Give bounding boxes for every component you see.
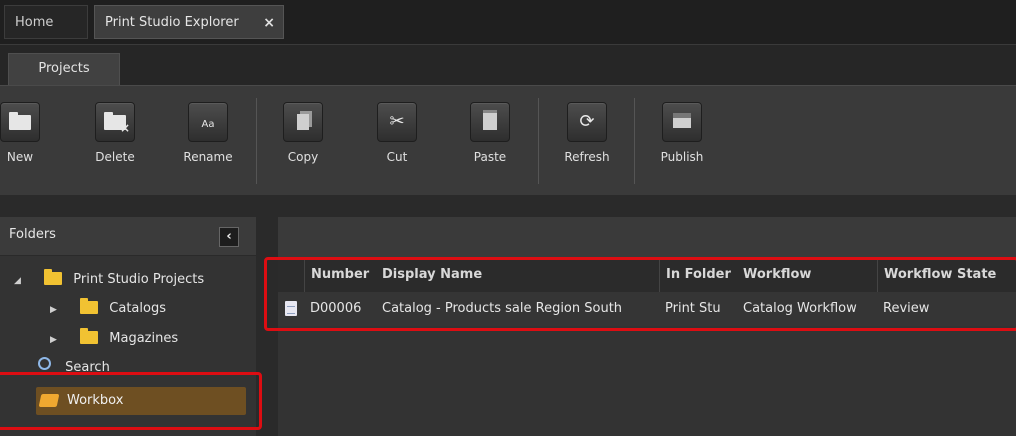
- delete-folder-icon: ×: [95, 102, 135, 142]
- search-icon: [38, 357, 51, 370]
- print-studio-explorer-app: Home Print Studio Explorer × Projects Ne…: [0, 0, 1016, 436]
- collapse-panel-button[interactable]: ‹: [219, 227, 239, 247]
- tab-explorer-label: Print Studio Explorer: [105, 15, 239, 30]
- cell-workflow-state: Review: [883, 301, 930, 316]
- paste-icon: [470, 102, 510, 142]
- tree-item-label: Catalogs: [109, 301, 166, 316]
- refresh-glyph: ⟳: [579, 111, 595, 132]
- cut-label: Cut: [386, 150, 408, 164]
- copy-label: Copy: [287, 150, 319, 164]
- folder-icon: [80, 328, 99, 344]
- tree-item-label: Magazines: [109, 331, 179, 346]
- column-header-workflow-state[interactable]: Workflow State: [877, 258, 1016, 292]
- expanded-arrow-icon[interactable]: ◢: [14, 270, 28, 292]
- new-button[interactable]: New: [0, 102, 56, 164]
- column-header-number[interactable]: Number: [304, 258, 376, 292]
- grid-toolbar: [278, 217, 1016, 258]
- document-icon: [285, 301, 297, 316]
- cell-in-folder: Print Stu: [665, 301, 721, 316]
- ribbon-tab-strip: Projects: [0, 45, 1016, 87]
- tree-item-catalogs[interactable]: ▶ Catalogs: [50, 298, 166, 320]
- paste-label: Paste: [473, 150, 507, 164]
- folder-icon: [44, 269, 63, 285]
- publish-icon: [662, 102, 702, 142]
- delete-button[interactable]: × Delete: [79, 102, 151, 164]
- column-header-in-folder[interactable]: In Folder: [659, 258, 737, 292]
- panel-splitter[interactable]: [256, 217, 278, 436]
- new-label: New: [6, 150, 34, 164]
- folders-title: Folders: [9, 227, 56, 242]
- folders-header: Folders ‹: [0, 217, 256, 256]
- new-folder-icon: [0, 102, 40, 142]
- paste-button[interactable]: Paste: [454, 102, 526, 164]
- cut-button[interactable]: ✂ Cut: [361, 102, 433, 164]
- refresh-icon: ⟳: [567, 102, 607, 142]
- grid-header-row: Number Display Name In Folder Workflow W…: [278, 258, 1016, 292]
- publish-button[interactable]: Publish: [646, 102, 718, 164]
- copy-icon: [283, 102, 323, 142]
- collapsed-arrow-icon[interactable]: ▶: [50, 329, 64, 351]
- folders-panel: Folders ‹ ◢ Print Studio Projects ▶ Cata…: [0, 217, 256, 436]
- delete-label: Delete: [95, 150, 135, 164]
- copy-button[interactable]: Copy: [267, 102, 339, 164]
- rename-icon: Aa: [188, 102, 228, 142]
- tab-home-label: Home: [15, 15, 54, 30]
- tree-item-magazines[interactable]: ▶ Magazines: [50, 328, 178, 350]
- ribbon-bottom-band: [0, 195, 1016, 217]
- toolbar-separator: [634, 98, 635, 184]
- folder-icon: [80, 298, 99, 314]
- cell-display-name: Catalog - Products sale Region South: [382, 301, 623, 316]
- scissors-glyph: ✂: [389, 111, 405, 132]
- cut-icon: ✂: [377, 102, 417, 142]
- refresh-label: Refresh: [564, 150, 610, 164]
- ribbon-toolbar: New × Delete Aa Rename Copy ✂ Cut Paste …: [0, 85, 1016, 196]
- workbox-icon: [38, 394, 60, 407]
- tree-item-label: Workbox: [67, 393, 124, 408]
- close-tab-icon[interactable]: ×: [263, 6, 275, 40]
- column-header-workflow[interactable]: Workflow: [737, 258, 877, 292]
- table-row[interactable]: D00006 Catalog - Products sale Region So…: [278, 292, 1016, 326]
- tree-item-search[interactable]: Search: [38, 357, 110, 379]
- publish-label: Publish: [660, 150, 704, 164]
- tree-item-label: Print Studio Projects: [73, 272, 205, 287]
- projects-grid: Number Display Name In Folder Workflow W…: [278, 217, 1016, 436]
- tab-home[interactable]: Home: [4, 5, 88, 39]
- ribbon-tab-projects[interactable]: Projects: [8, 53, 120, 87]
- rename-label: Rename: [183, 150, 233, 164]
- cell-number: D00006: [310, 301, 362, 316]
- rename-glyph: Aa: [201, 119, 215, 130]
- toolbar-separator: [538, 98, 539, 184]
- tab-print-studio-explorer[interactable]: Print Studio Explorer ×: [94, 5, 284, 39]
- rename-button[interactable]: Aa Rename: [172, 102, 244, 164]
- refresh-button[interactable]: ⟳ Refresh: [551, 102, 623, 164]
- cell-workflow: Catalog Workflow: [743, 301, 857, 316]
- column-header-display-name[interactable]: Display Name: [376, 258, 659, 292]
- tree-item-print-studio-projects[interactable]: ◢ Print Studio Projects: [14, 269, 204, 291]
- collapsed-arrow-icon[interactable]: ▶: [50, 299, 64, 321]
- toolbar-separator: [256, 98, 257, 184]
- window-tab-strip: Home Print Studio Explorer ×: [0, 0, 1016, 45]
- tree-item-label: Search: [65, 360, 110, 375]
